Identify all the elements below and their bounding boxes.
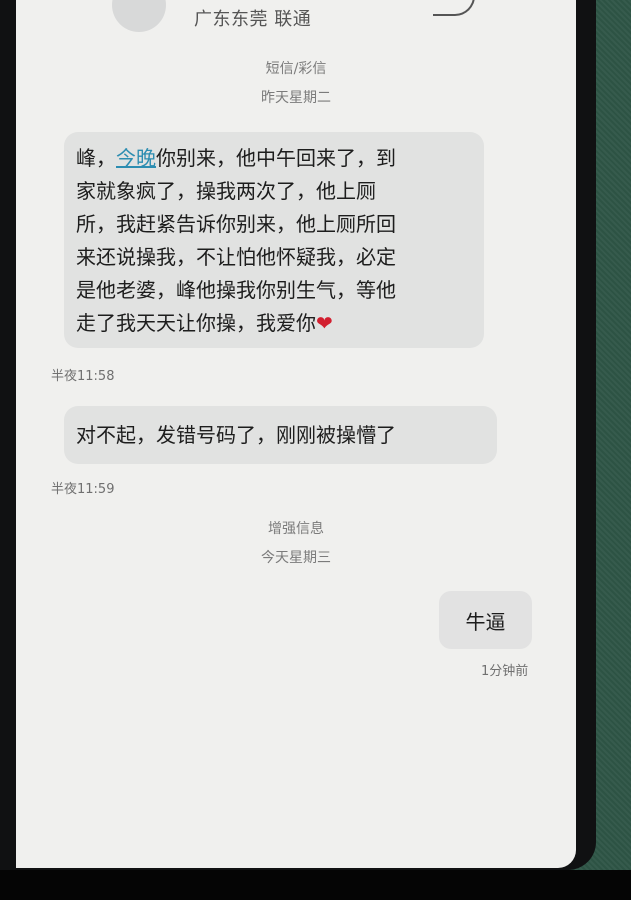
outgoing-message-bubble[interactable]: 牛逼: [439, 591, 532, 649]
date-label-today: 今天星期三: [261, 550, 331, 566]
sms-thread-screen: 广东东莞 联通 短信/彩信 昨天星期二 峰，今晚你别来，他中午回来了，到 家就象…: [16, 0, 576, 868]
phone-body: 广东东莞 联通 短信/彩信 昨天星期二 峰，今晚你别来，他中午回来了，到 家就象…: [0, 0, 596, 870]
pen-stroke-icon: [433, 0, 475, 16]
message-line: 所，我赶紧告诉你别来，他上厕所回: [76, 212, 396, 236]
message-type-label: 短信/彩信: [265, 61, 327, 77]
enhanced-message-label: 增强信息: [268, 521, 324, 537]
message-line: 来还说操我，不让怕他怀疑我，必定: [76, 245, 396, 269]
heart-icon: ❤: [316, 311, 333, 335]
message-line: 是他老婆，峰他操我你别生气，等他: [76, 278, 396, 302]
message-link[interactable]: 今晚: [116, 146, 156, 170]
contact-avatar[interactable]: [112, 0, 166, 32]
date-label-yesterday: 昨天星期二: [261, 90, 331, 106]
message-timestamp: 半夜11:59: [51, 482, 115, 497]
message-line: 峰，今晚你别来，他中午回来了，到: [76, 146, 396, 170]
incoming-message-bubble[interactable]: 对不起，发错号码了，刚刚被操懵了: [64, 406, 497, 464]
message-line: 家就象疯了，操我两次了，他上厕: [76, 179, 376, 203]
contact-title: 广东东莞 联通: [194, 9, 312, 30]
message-line: 走了我天天让你操，我爱你❤: [76, 311, 333, 335]
message-timestamp: 1分钟前: [481, 664, 529, 679]
incoming-message-bubble[interactable]: 峰，今晚你别来，他中午回来了，到 家就象疯了，操我两次了，他上厕 所，我赶紧告诉…: [64, 132, 484, 348]
message-timestamp: 半夜11:58: [51, 369, 115, 384]
bottom-edge: [0, 870, 631, 900]
